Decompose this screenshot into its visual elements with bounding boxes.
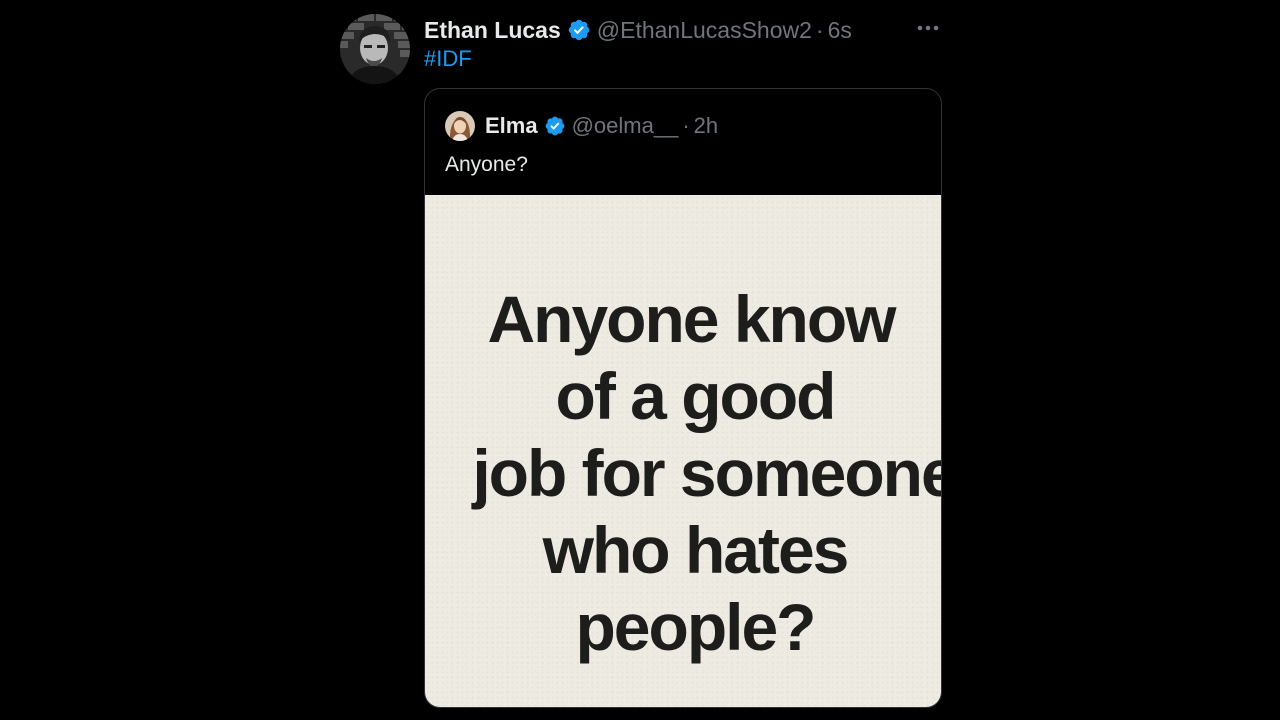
hashtag-link[interactable]: #IDF: [424, 46, 472, 72]
quoted-verified-badge-icon[interactable]: [544, 115, 566, 137]
author-display-name[interactable]: Ethan Lucas: [424, 17, 561, 44]
author-avatar[interactable]: [340, 14, 410, 84]
quoted-author-avatar-photo: [445, 111, 475, 141]
quoted-author-display-name[interactable]: Elma: [485, 113, 538, 139]
quoted-header-separator: ·: [682, 113, 690, 138]
timeline-canvas: Ethan Lucas @EthanLucasShow2 · 6s #IDF E…: [0, 0, 1280, 720]
quoted-author-avatar[interactable]: [445, 111, 475, 141]
image-text-line: Anyone know: [487, 282, 896, 356]
image-caption-text: Anyone know of a good job for someone wh…: [425, 281, 942, 666]
header-separator: ·: [815, 16, 824, 43]
quoted-tweet-header: Elma @oelma__ · 2h: [445, 111, 718, 141]
verified-badge-icon[interactable]: [567, 18, 591, 42]
tweet-header: Ethan Lucas @EthanLucasShow2 · 6s: [424, 16, 852, 44]
tweet-timestamp[interactable]: 6s: [828, 17, 852, 44]
quoted-author-handle[interactable]: @oelma__: [572, 113, 679, 139]
image-text-line: job for someone: [472, 436, 942, 510]
quoted-tweet-text: Anyone?: [445, 153, 528, 176]
image-text-line: of a good: [555, 359, 837, 433]
image-text-line: who hates: [542, 513, 850, 587]
quoted-tweet-image[interactable]: Anyone know of a good job for someone wh…: [425, 195, 941, 707]
quoted-tweet[interactable]: Elma @oelma__ · 2h Anyone? Anyone know o…: [424, 88, 942, 708]
author-handle[interactable]: @EthanLucasShow2: [597, 17, 812, 44]
more-horizontal-icon[interactable]: [914, 16, 942, 40]
quoted-tweet-timestamp[interactable]: 2h: [694, 113, 718, 139]
image-text-line: people?: [575, 590, 816, 664]
tweet[interactable]: Ethan Lucas @EthanLucasShow2 · 6s #IDF E…: [340, 14, 942, 714]
author-avatar-photo: [340, 14, 410, 84]
